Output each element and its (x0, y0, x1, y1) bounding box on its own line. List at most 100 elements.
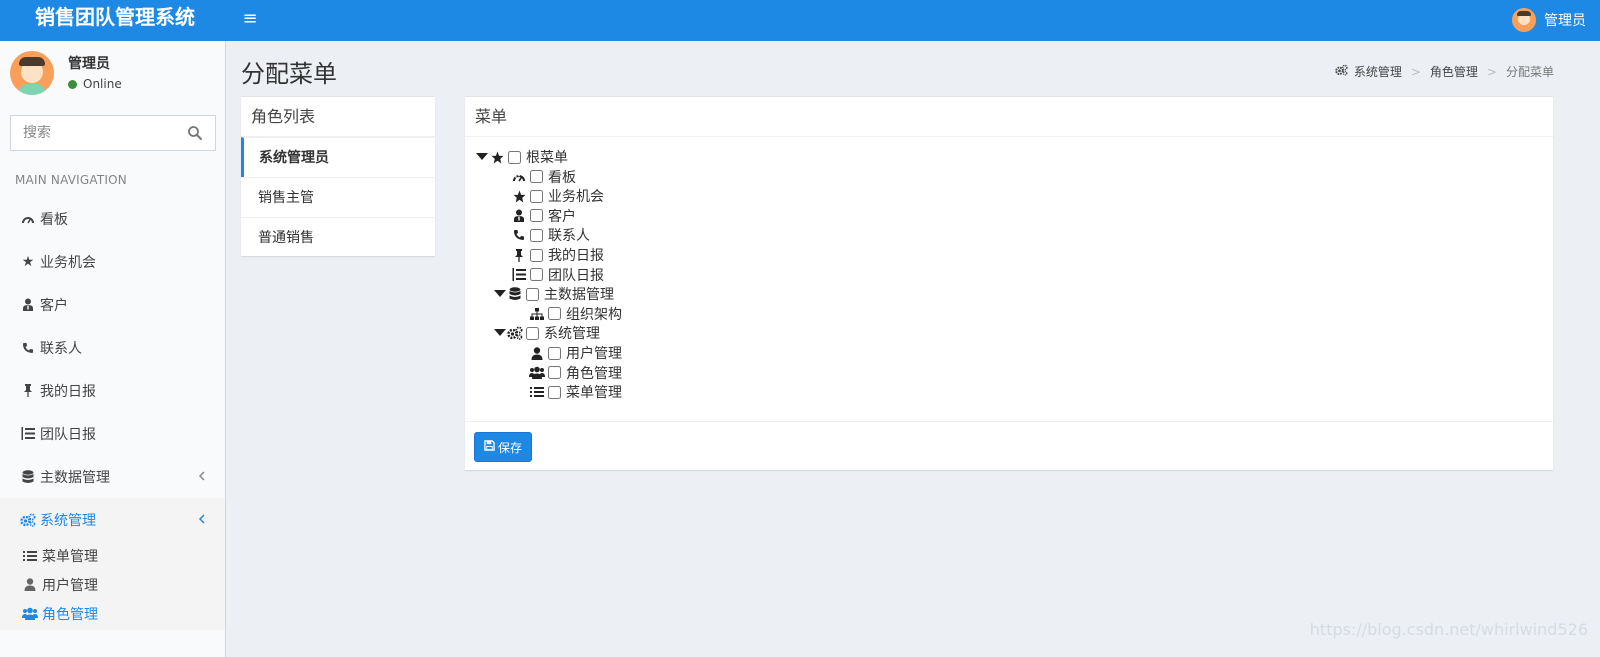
caret-down-icon[interactable] (493, 326, 507, 340)
sitemap-icon (529, 306, 545, 322)
app-logo[interactable]: 销售团队管理系统 (0, 0, 230, 41)
cogs-icon (507, 325, 523, 341)
tree-node-checkbox[interactable] (530, 209, 543, 223)
sidebar-item-master-data[interactable]: 主数据管理 (0, 455, 225, 498)
search-input[interactable] (11, 116, 176, 150)
sidebar-item-opportunities[interactable]: ★ 业务机会 (0, 240, 225, 283)
tree-node-checkbox[interactable] (530, 268, 543, 282)
list-icon (529, 384, 545, 400)
tree-node-label: 菜单管理 (566, 385, 622, 402)
tree-node-checkbox[interactable] (548, 346, 561, 360)
tree-node: 看板 (511, 167, 576, 187)
menu-tree-panel: 菜单 根菜单 看板 业务机会 客户 联系人 我的日报 团队日报 主数据管理 组织架构 系统管理 用户… (465, 96, 1553, 470)
tree-node-checkbox[interactable] (548, 307, 561, 321)
tree-node-label: 团队日报 (548, 267, 604, 284)
sidebar-item-customers[interactable]: 客户 (0, 283, 225, 326)
star-icon: ★ (21, 253, 35, 270)
sidebar-search (10, 115, 216, 151)
caret-down-icon[interactable] (475, 150, 489, 164)
sidebar-item-team-report[interactable]: 团队日报 (0, 412, 225, 455)
tree-node: 组织架构 (529, 304, 622, 324)
pin-icon (20, 383, 36, 399)
list-icon (22, 548, 38, 564)
page-title: 分配菜单 (241, 60, 337, 88)
user-name: 管理员 (1544, 13, 1586, 29)
save-button[interactable]: 保存 (474, 432, 532, 462)
top-header: 销售团队管理系统 ≡ 管理员 (0, 0, 1600, 41)
tree-node-checkbox[interactable] (548, 385, 561, 399)
role-item-sales[interactable]: 普通销售 (241, 217, 435, 257)
breadcrumb-link-roles[interactable]: 角色管理 (1430, 63, 1478, 80)
user-menu[interactable]: 管理员 (1512, 6, 1586, 34)
tree-node: 客户 (511, 206, 576, 226)
tree-node-checkbox[interactable] (530, 170, 543, 184)
phone-icon (511, 227, 527, 243)
tree-node-checkbox[interactable] (526, 326, 539, 340)
breadcrumb: 系统管理 > 角色管理 > 分配菜单 (1335, 63, 1554, 80)
tree-node-checkbox[interactable] (530, 228, 543, 242)
caret-down-icon[interactable] (493, 287, 507, 301)
dashboard-icon (20, 211, 36, 227)
tree-node: 业务机会 (511, 186, 604, 206)
user-icon (529, 345, 545, 361)
breadcrumb-separator: > (1486, 64, 1497, 79)
nav-header: MAIN NAVIGATION (15, 173, 127, 187)
dashboard-icon (511, 169, 527, 185)
search-icon[interactable] (187, 125, 203, 141)
user-tie-icon (20, 297, 36, 313)
list-ol-icon (511, 267, 527, 283)
tree-node-label: 根菜单 (526, 150, 568, 166)
tree-node-checkbox[interactable] (530, 189, 543, 203)
tree-node: 联系人 (511, 225, 590, 245)
sidebar-item-label: 联系人 (40, 340, 82, 357)
sidebar-item-label: 客户 (40, 297, 68, 314)
status-text: Online (83, 77, 122, 91)
sidebar-item-label: 业务机会 (40, 254, 96, 271)
user-panel-name: 管理员 (68, 56, 110, 72)
tree-node-label: 系统管理 (544, 326, 600, 343)
watermark: https://blog.csdn.net/whirlwind526 (1309, 620, 1588, 639)
sidebar-item-my-report[interactable]: 我的日报 (0, 369, 225, 412)
save-icon (484, 440, 495, 454)
tree-node-label: 联系人 (548, 228, 590, 245)
sidebar-item-contacts[interactable]: 联系人 (0, 326, 225, 369)
avatar (10, 51, 54, 95)
tree-node-label: 客户 (548, 208, 576, 225)
menu-toggle-icon[interactable]: ≡ (238, 8, 262, 30)
pin-icon (511, 247, 527, 263)
sidebar-item-menu-management[interactable]: 菜单管理 (0, 541, 225, 570)
cogs-icon (1335, 64, 1348, 79)
tree-node: 主数据管理 (493, 284, 614, 304)
sidebar-item-label: 看板 (40, 211, 68, 228)
user-panel: 管理员 Online (10, 51, 220, 97)
sidebar: 管理员 Online MAIN NAVIGATION 看板 ★ 业务机会 客户 … (0, 41, 226, 657)
star-icon (489, 149, 505, 165)
tree-node-label: 用户管理 (566, 346, 622, 362)
users-icon (22, 606, 38, 622)
tree-node-checkbox[interactable] (526, 287, 539, 301)
save-button-label: 保存 (497, 440, 522, 455)
sidebar-item-role-management[interactable]: 角色管理 (0, 599, 225, 628)
sidebar-item-label: 角色管理 (42, 606, 98, 623)
role-item-sales-manager[interactable]: 销售主管 (241, 177, 435, 217)
sidebar-item-label: 我的日报 (40, 383, 96, 400)
tree-node: 角色管理 (529, 363, 622, 383)
user-tie-icon (511, 208, 527, 224)
sidebar-item-dashboard[interactable]: 看板 (0, 197, 225, 240)
tree-node: 根菜单 (475, 147, 568, 167)
tree-node: 我的日报 (511, 245, 604, 265)
tree-node-checkbox[interactable] (548, 366, 561, 380)
role-list-title: 角色列表 (241, 97, 435, 137)
role-list-panel: 角色列表 系统管理员 销售主管 普通销售 (241, 96, 435, 256)
breadcrumb-link-system[interactable]: 系统管理 (1354, 63, 1402, 80)
menu-panel-footer: 保存 (465, 421, 1553, 471)
tree-node-checkbox[interactable] (508, 150, 521, 164)
sidebar-item-system[interactable]: 系统管理 (0, 498, 225, 541)
tree-node-checkbox[interactable] (530, 248, 543, 262)
sidebar-item-user-management[interactable]: 用户管理 (0, 570, 225, 599)
tree-node: 用户管理 (529, 343, 622, 363)
role-item-admin[interactable]: 系统管理员 (241, 137, 435, 177)
tree-node-label: 主数据管理 (544, 287, 614, 304)
tree-node-label: 组织架构 (566, 306, 622, 323)
database-icon (20, 469, 36, 485)
